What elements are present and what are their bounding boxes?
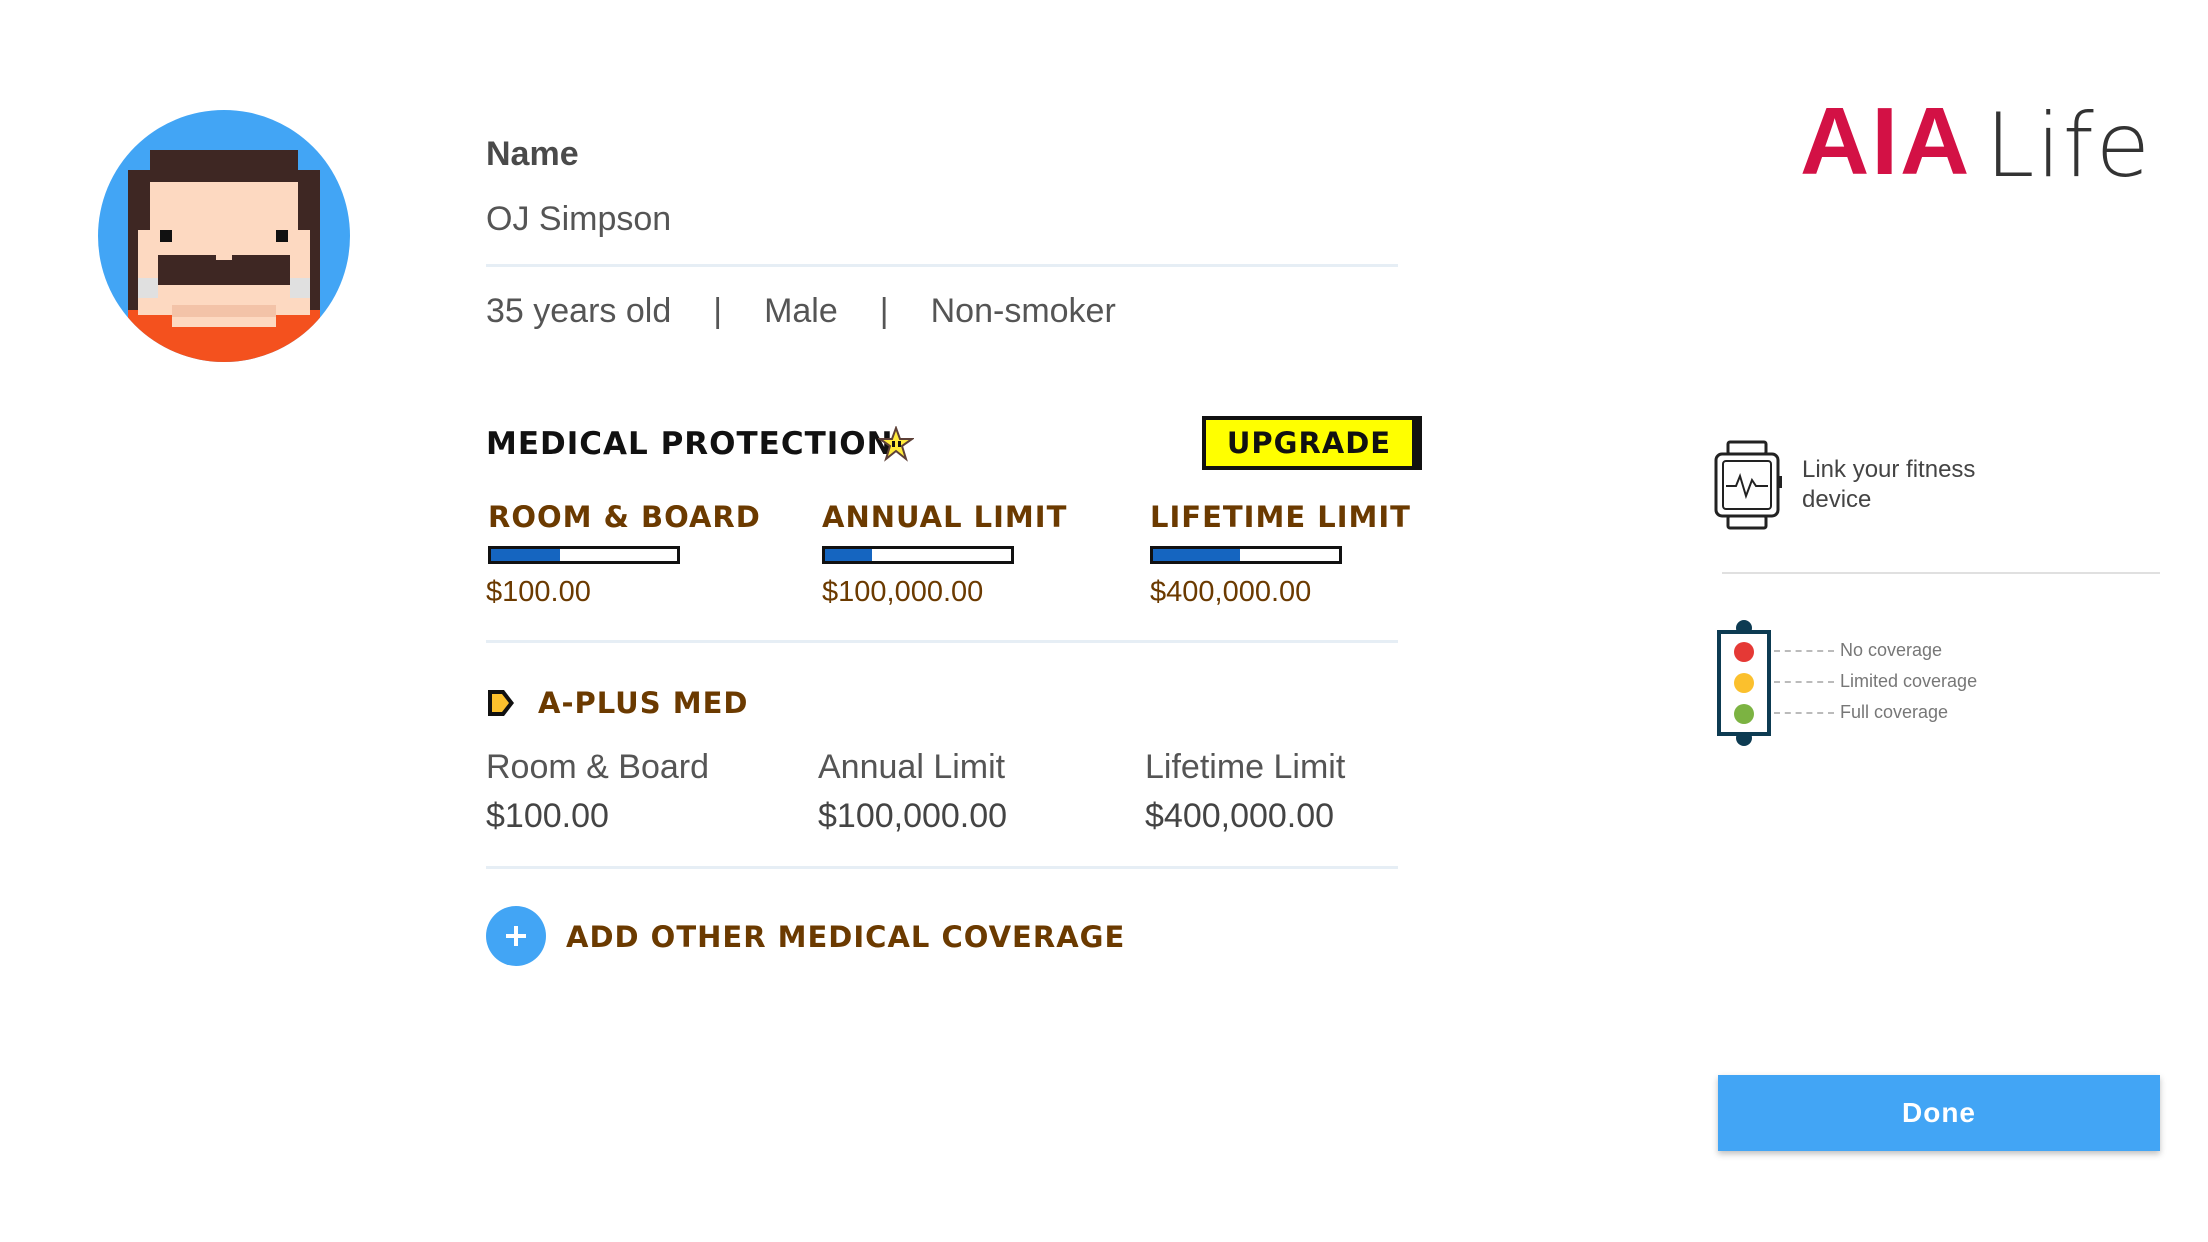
limit-amount: $100,000.00	[822, 576, 984, 608]
avatar	[98, 110, 350, 362]
plan-detail-lifetime: Lifetime Limit $400,000.00	[1145, 748, 1345, 836]
logo-primary: AIA	[1800, 88, 1972, 195]
legend-item-no-coverage: No coverage	[1774, 640, 1942, 661]
limit-progress-fill	[825, 549, 872, 561]
age-text: 35 years old	[486, 292, 672, 330]
yellow-light-icon	[1734, 673, 1754, 693]
divider	[486, 264, 1398, 267]
plan-detail-label: Room & Board	[486, 748, 709, 786]
smartwatch-icon[interactable]	[1712, 440, 1782, 530]
plan-detail-value: $100,000.00	[818, 797, 1008, 835]
plan-detail-label: Lifetime Limit	[1145, 748, 1346, 786]
pointer-flag-icon	[488, 690, 514, 716]
profile-meta: 35 years old | Male | Non-smoker	[486, 292, 1116, 331]
divider	[486, 866, 1398, 869]
legend-label: Full coverage	[1840, 702, 1949, 722]
name-value: OJ Simpson	[486, 200, 672, 238]
legend-item-full-coverage: Full coverage	[1774, 702, 1948, 723]
star-icon	[878, 426, 914, 462]
legend-dash	[1774, 680, 1834, 683]
legend-label: No coverage	[1840, 640, 1943, 660]
limit-title: ANNUAL LIMIT	[822, 500, 1068, 534]
link-fitness-device[interactable]: Link your fitness device	[1802, 455, 2042, 515]
smoker-status-text: Non-smoker	[930, 292, 1116, 330]
limit-annual: ANNUAL LIMIT $100,000.00	[822, 500, 1067, 609]
plan-detail-annual: Annual Limit $100,000.00	[818, 748, 1007, 836]
limit-progress-fill	[1153, 549, 1241, 561]
separator: |	[713, 292, 723, 330]
limit-amount: $400,000.00	[1150, 576, 1312, 608]
legend-dash	[1774, 711, 1834, 714]
add-coverage-button[interactable]	[486, 906, 546, 966]
limit-progress-bar	[1150, 546, 1342, 564]
separator: |	[879, 292, 889, 330]
red-light-icon	[1734, 642, 1754, 662]
limit-lifetime: LIFETIME LIMIT $400,000.00	[1150, 500, 1411, 609]
upgrade-button[interactable]: UPGRADE	[1202, 416, 1416, 470]
limit-progress-fill	[491, 549, 560, 561]
divider	[1722, 572, 2160, 574]
legend-label: Limited coverage	[1840, 671, 1978, 691]
aia-life-logo: AIA Life	[1800, 94, 2152, 197]
medical-protection-title: MEDICAL PROTECTION	[486, 426, 894, 462]
plan-detail-room-board: Room & Board $100.00	[486, 748, 709, 836]
divider	[486, 640, 1398, 643]
limit-title: ROOM & BOARD	[488, 500, 761, 534]
plus-icon	[506, 926, 526, 946]
profile-page: AIA Life Name OJ Simpson 35 years old | …	[0, 0, 2208, 1242]
traffic-light-icon	[1717, 620, 1771, 746]
name-label: Name	[486, 135, 579, 173]
pixel-avatar-icon	[98, 110, 350, 362]
add-coverage-link[interactable]: ADD OTHER MEDICAL COVERAGE	[566, 920, 1125, 954]
plan-detail-label: Annual Limit	[818, 748, 1006, 786]
plan-name: A-PLUS MED	[538, 686, 749, 720]
plan-detail-value: $400,000.00	[1145, 797, 1335, 835]
limit-room-board: ROOM & BOARD $100.00	[486, 500, 761, 609]
limit-amount: $100.00	[486, 576, 591, 608]
done-button[interactable]: Done	[1718, 1075, 2160, 1151]
plan-detail-value: $100.00	[486, 797, 609, 835]
legend-item-limited-coverage: Limited coverage	[1774, 671, 1977, 692]
green-light-icon	[1734, 704, 1754, 724]
limit-progress-bar	[488, 546, 680, 564]
logo-secondary: Life	[1985, 94, 2152, 197]
limit-title: LIFETIME LIMIT	[1150, 500, 1411, 534]
limit-progress-bar	[822, 546, 1014, 564]
gender-text: Male	[764, 292, 838, 330]
legend-dash	[1774, 649, 1834, 652]
